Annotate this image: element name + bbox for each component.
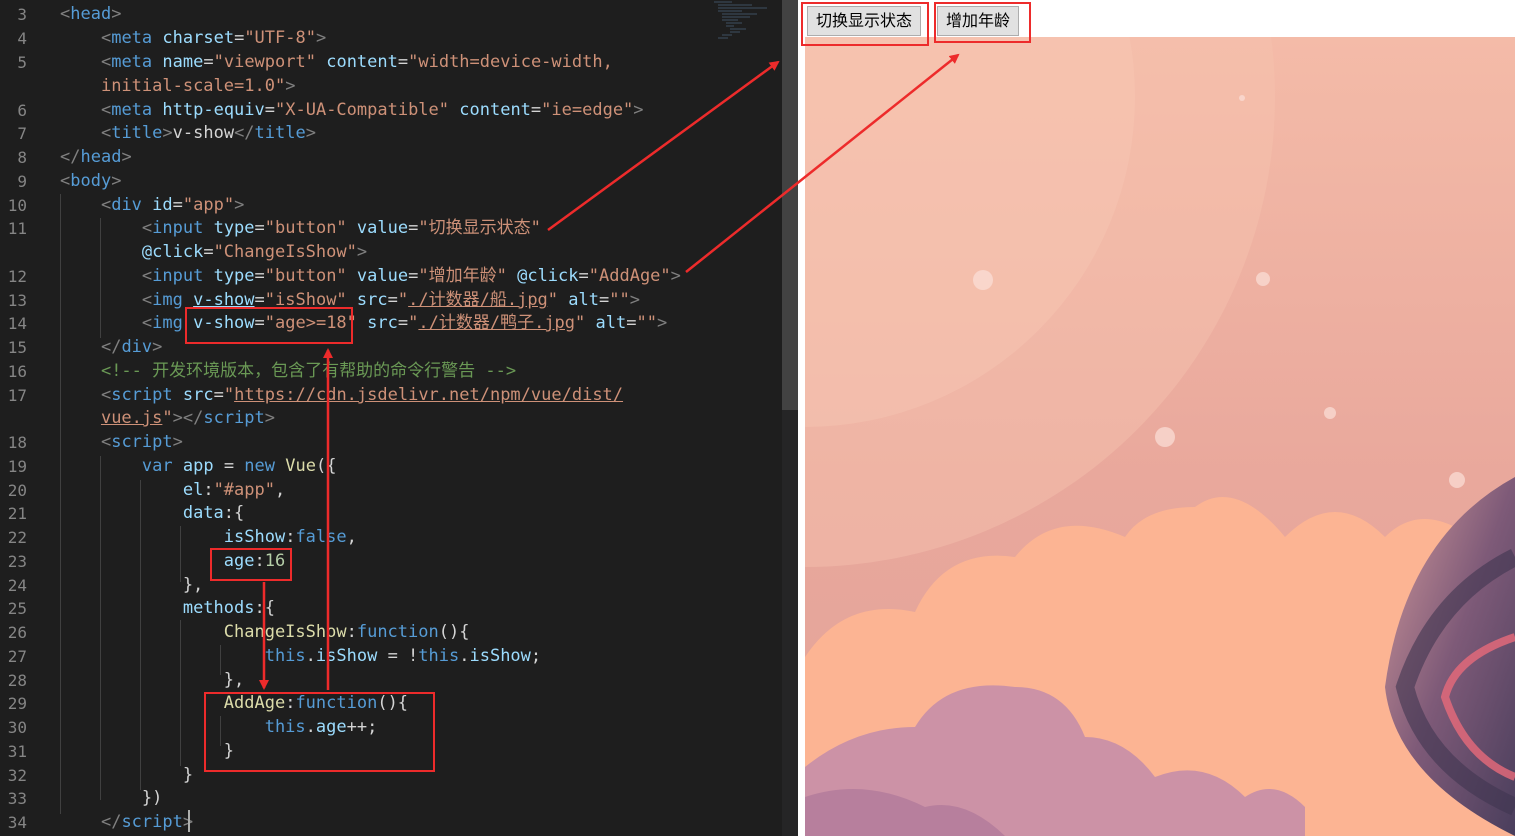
line-number-gutter: 3 4 5 6 7 8 9 10 11 12 13 14 15 16 17 18 19 20 21 22 23 24 25 2… [0,0,50,836]
code-line[interactable]: initial-scale=1.0"> [60,74,295,98]
highlight-vshow-condition [185,307,353,344]
code-line[interactable]: </head> [60,145,132,169]
line-number: 32 [7,766,27,785]
highlight-addage-method [204,692,435,772]
text-cursor [188,810,190,832]
highlight-toggle-button [801,2,929,46]
line-number: 16 [7,362,27,381]
line-number: 13 [7,291,27,310]
code-line[interactable]: <div id="app"> [60,193,244,217]
line-number: 7 [17,124,27,143]
line-number: 25 [7,599,27,618]
line-number: 19 [7,457,27,476]
minimap[interactable] [712,0,782,46]
code-line[interactable]: <input type="button" value="增加年龄" @click… [60,264,681,288]
line-number: 27 [7,647,27,666]
code-line[interactable]: @click="ChangeIsShow"> [60,240,367,264]
line-number: 5 [17,53,27,72]
code-line[interactable]: <title>v-show</title> [60,121,316,145]
code-line[interactable]: this.isShow = !this.isShow; [60,644,541,668]
line-number: 12 [7,267,27,286]
code-line[interactable]: </script> [60,810,193,834]
code-line[interactable]: <img v-show="age>=18" src="./计数器/鸭子.jpg"… [60,311,667,335]
line-number: 6 [17,101,27,120]
code-line[interactable]: <!-- 开发环境版本，包含了有帮助的命令行警告 --> [60,359,516,383]
line-number: 4 [17,29,27,48]
code-line[interactable]: vue.js"></script> [60,406,275,430]
line-number: 3 [17,5,27,24]
line-number: 17 [7,386,27,405]
line-number: 21 [7,504,27,523]
line-number: 9 [17,172,27,191]
line-number: 26 [7,623,27,642]
code-line[interactable]: }, [60,573,203,597]
balloon-sky-image [805,37,1515,836]
line-number: 22 [7,528,27,547]
code-line[interactable]: methods:{ [60,596,275,620]
line-number: 28 [7,671,27,690]
code-line[interactable]: </div> [60,335,162,359]
code-line[interactable]: <body> [60,169,121,193]
line-number: 30 [7,718,27,737]
code-line[interactable]: <head> [60,2,121,26]
code-line[interactable]: <script> [60,430,183,454]
code-line[interactable]: <meta charset="UTF-8"> [60,26,326,50]
line-number: 14 [7,314,27,333]
code-line[interactable]: }, [60,668,244,692]
line-number: 23 [7,552,27,571]
line-number: 29 [7,694,27,713]
line-number: 15 [7,338,27,357]
code-line[interactable]: ChangeIsShow:function(){ [60,620,470,644]
code-line[interactable]: <meta name="viewport" content="width=dev… [60,50,613,74]
code-line[interactable]: }) [60,786,162,810]
line-number: 10 [7,196,27,215]
editor-scrollbar-thumb[interactable] [782,0,798,410]
code-line[interactable]: <script src="https://cdn.jsdelivr.net/np… [60,383,623,407]
code-line[interactable]: <meta http-equiv="X-UA-Compatible" conte… [60,98,644,122]
line-number: 8 [17,148,27,167]
line-number: 24 [7,576,27,595]
line-number: 20 [7,481,27,500]
code-line[interactable]: data:{ [60,501,244,525]
browser-preview: 切换显示状态 增加年龄 [798,0,1515,836]
line-number: 31 [7,742,27,761]
code-line[interactable]: <input type="button" value="切换显示状态" [60,216,541,240]
line-number: 18 [7,433,27,452]
line-number: 33 [7,789,27,808]
code-line[interactable]: } [60,763,193,787]
code-line[interactable]: isShow:false, [60,525,357,549]
highlight-age-button [934,2,1031,43]
code-line[interactable]: var app = new Vue({ [60,454,337,478]
code-line[interactable]: el:"#app", [60,478,285,502]
line-number: 11 [7,219,27,238]
line-number: 34 [7,813,27,832]
highlight-age-data [210,548,292,581]
